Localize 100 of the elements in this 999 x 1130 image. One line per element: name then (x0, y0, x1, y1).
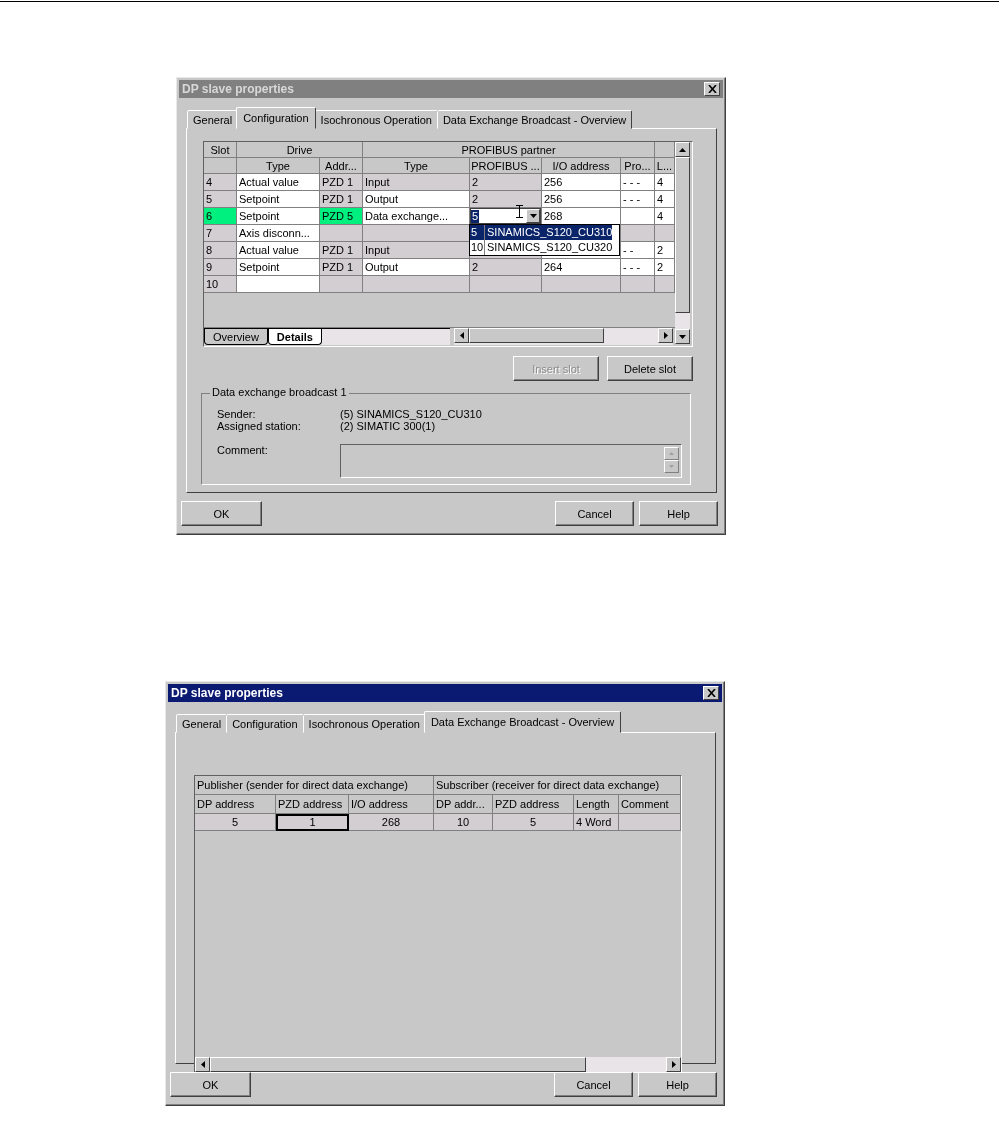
table-cell: 10 (204, 276, 237, 293)
tab[interactable]: Configuration (226, 714, 304, 733)
column-header: L... (655, 158, 675, 174)
column-header: PZD address (493, 795, 574, 814)
left-arrow-icon (200, 1061, 205, 1068)
dialog-button[interactable]: Cancel (554, 1072, 633, 1097)
table-cell: Data exchange... (363, 208, 470, 225)
table-cell: - - (621, 242, 655, 259)
table-cell: 10 (434, 814, 493, 831)
right-arrow-icon (671, 1061, 676, 1068)
column-header: Type (237, 158, 320, 174)
sheet-tab[interactable]: Details (267, 329, 322, 345)
table-cell (320, 276, 363, 293)
tab[interactable]: Configuration (236, 107, 316, 129)
table-cell: 6 (204, 208, 237, 225)
table-cell: 256 (542, 174, 621, 191)
column-header: Length (574, 795, 619, 814)
column-header: Comment (619, 795, 681, 814)
column-header: Slot (204, 142, 237, 158)
horizontal-scrollbar[interactable] (454, 328, 673, 345)
table-cell: 1 (276, 814, 349, 831)
table-cell: 2 (470, 174, 542, 191)
table-cell: PZD 1 (320, 242, 363, 259)
table-cell: 4 (655, 191, 675, 208)
window-title: DP slave properties (171, 686, 283, 700)
table-cell: Input (363, 174, 470, 191)
table-cell (655, 276, 675, 293)
column-header: DP addr... (434, 795, 493, 814)
left-arrow-icon (459, 332, 464, 339)
table-cell: 7 (204, 225, 237, 242)
table-cell: Input (363, 242, 470, 259)
tab[interactable]: General (187, 110, 239, 129)
column-header: Type (363, 158, 470, 174)
table-cell: - - - (621, 259, 655, 276)
dialog-button[interactable]: Help (639, 501, 718, 526)
table-cell (619, 814, 681, 831)
table-cell: 2 (470, 259, 542, 276)
table-cell: Output (363, 259, 470, 276)
table-cell: 5 (204, 191, 237, 208)
column-header: PROFIBUS ... (470, 158, 542, 174)
tab[interactable]: Isochronous Operation (302, 714, 426, 733)
window-title: DP slave properties (182, 82, 294, 96)
table-cell: 268 (349, 814, 434, 831)
text-cursor-icon (516, 205, 523, 218)
table-cell: 4 Word (574, 814, 619, 831)
table-cell: 4 (655, 174, 675, 191)
up-arrow-icon (679, 147, 686, 152)
combo-box[interactable]: 5 (470, 208, 541, 224)
close-button[interactable] (703, 686, 719, 700)
table-cell: 8 (204, 242, 237, 259)
table-cell: Output (363, 191, 470, 208)
table-cell: 4 (204, 174, 237, 191)
table-cell: 2 (655, 242, 675, 259)
table-cell: PZD 1 (320, 259, 363, 276)
table-cell: - - - (621, 174, 655, 191)
table-cell: 256 (542, 191, 621, 208)
table-cell: - - - (621, 191, 655, 208)
table-cell: 2 (655, 259, 675, 276)
table-cell: PZD 1 (320, 174, 363, 191)
field-value: (5) SINAMICS_S120_CU310 (340, 408, 482, 420)
table-cell: 5 (195, 814, 276, 831)
column-header: Publisher (sender for direct data exchange) (195, 776, 434, 795)
vertical-scrollbar[interactable] (675, 142, 690, 344)
table-cell: Axis disconn... (237, 225, 320, 242)
tab[interactable]: Isochronous Operation (314, 110, 438, 129)
comment-field[interactable] (340, 444, 682, 478)
table-cell (621, 276, 655, 293)
table-cell: PZD 5 (320, 208, 363, 225)
close-icon (707, 85, 717, 93)
dropdown-option[interactable]: 10 SINAMICS_S120_CU320 (470, 240, 619, 255)
horizontal-scrollbar[interactable] (195, 1057, 681, 1072)
table-cell: 2 (470, 191, 542, 208)
column-header: DP address (195, 795, 276, 814)
table-cell (655, 225, 675, 242)
dialog-button[interactable]: Help (638, 1072, 717, 1097)
table-cell: Actual value (237, 174, 320, 191)
slot-button[interactable]: Delete slot (607, 356, 693, 381)
field-value: (2) SIMATIC 300(1) (340, 420, 436, 432)
ok-button[interactable]: OK (181, 501, 262, 526)
tab[interactable]: Data Exchange Broadcast - Overview (423, 711, 622, 733)
field-label: Sender: (217, 408, 257, 420)
dialog-button[interactable]: Cancel (555, 501, 634, 526)
table-cell: 4 (655, 208, 675, 225)
right-arrow-icon (663, 332, 668, 339)
tab[interactable]: General (176, 714, 228, 733)
field-label: Comment: (217, 444, 269, 458)
table-cell: Setpoint (237, 208, 320, 225)
caret-icon (529, 214, 537, 218)
table-cell: PZD 1 (320, 191, 363, 208)
down-arrow-icon (669, 465, 674, 468)
column-header: I/O address (349, 795, 434, 814)
tab[interactable]: Data Exchange Broadcast - Overview (436, 110, 633, 129)
table-cell (621, 225, 655, 242)
table-cell (470, 276, 542, 293)
table-cell: 9 (204, 259, 237, 276)
ok-button[interactable]: OK (170, 1072, 251, 1097)
column-header: I/O address (542, 158, 621, 174)
table-cell: Setpoint (237, 259, 320, 276)
sheet-tab[interactable]: Overview (204, 329, 268, 345)
column-header: Addr... (320, 158, 363, 174)
